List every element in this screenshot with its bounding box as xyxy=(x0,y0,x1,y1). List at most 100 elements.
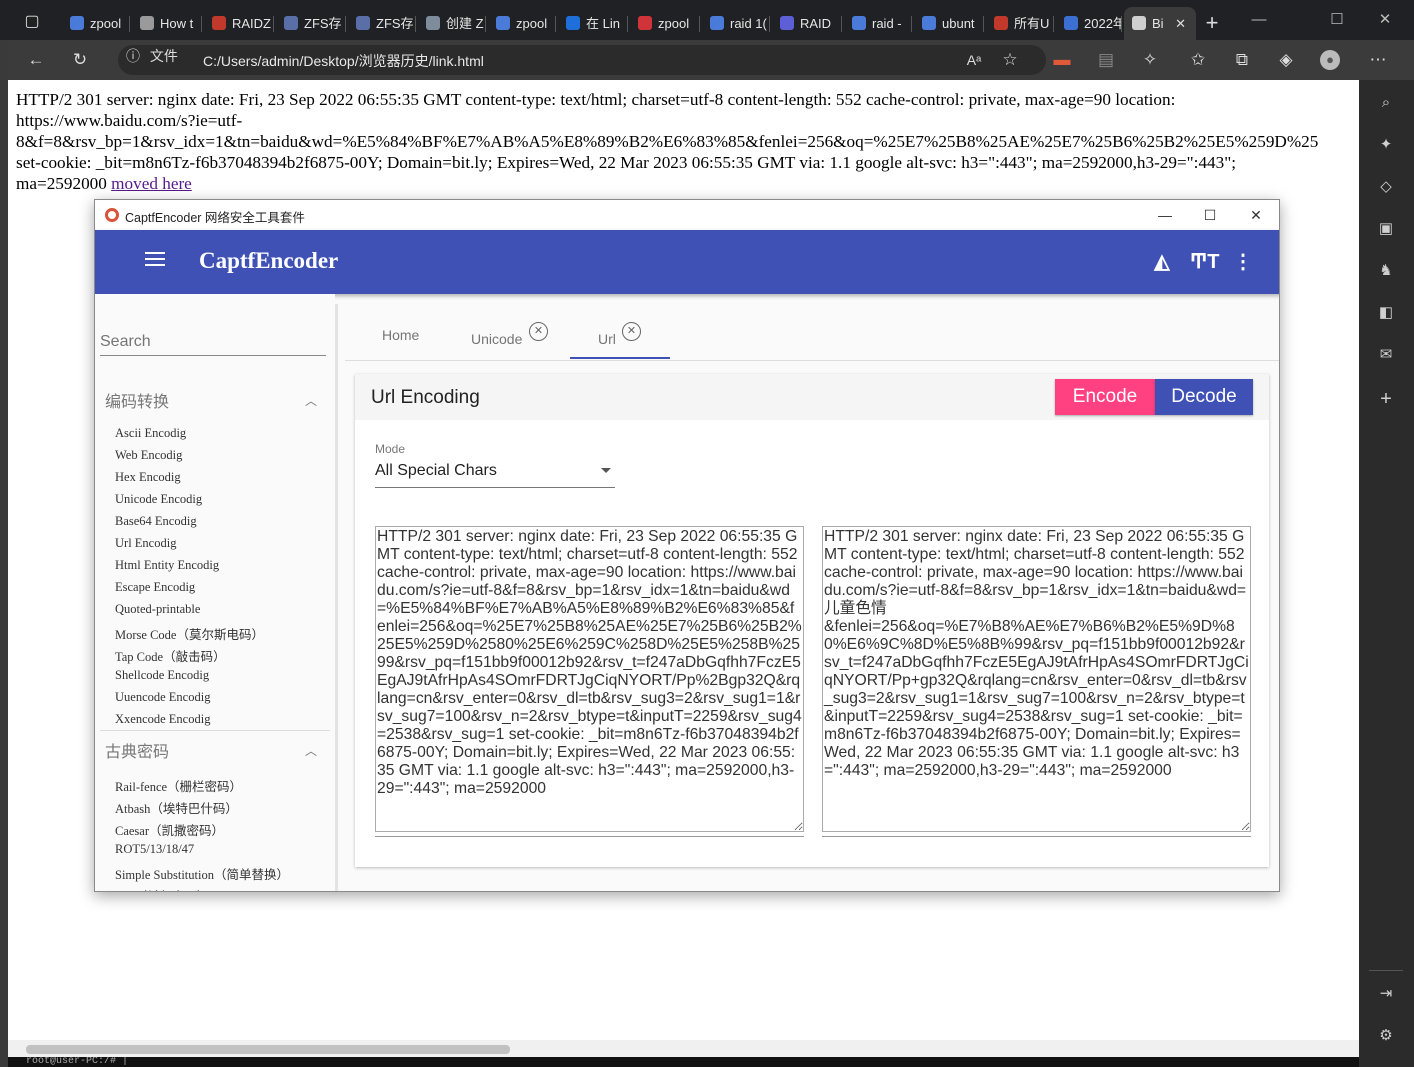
browser-tab[interactable]: RAID xyxy=(772,7,842,41)
more-icon[interactable]: ⋯ xyxy=(1368,50,1388,70)
nav-item[interactable]: Hill（希尔密码） xyxy=(115,886,209,891)
read-aloud-icon[interactable]: Aᵃ xyxy=(964,50,984,70)
browser-tab[interactable]: zpool xyxy=(488,7,556,41)
nav-item[interactable]: Html Entity Encodig xyxy=(115,558,219,573)
window-title-bar[interactable]: CaptfEncoder 网络安全工具套件 — ☐ ✕ xyxy=(95,200,1279,230)
nav-item[interactable]: Quoted-printable xyxy=(115,602,200,617)
nav-item[interactable]: Caesar（凯撒密码） xyxy=(115,820,224,839)
site-info[interactable]: ⓘ 文件 xyxy=(126,46,178,66)
add-icon[interactable]: + xyxy=(1375,388,1397,410)
close-icon[interactable]: ✕ xyxy=(1243,206,1269,224)
close-tab-url-icon[interactable]: ✕ xyxy=(622,322,641,341)
collapse-icon[interactable]: ⇥ xyxy=(1375,983,1397,1005)
tab-url[interactable]: Url xyxy=(598,331,616,347)
nav-item[interactable]: Rail-fence（栅栏密码） xyxy=(115,776,242,795)
collections-red-icon[interactable]: ▬ xyxy=(1052,50,1072,70)
group-title-classical[interactable]: 古典密码 xyxy=(105,738,169,762)
favorites-icon[interactable]: ✩ xyxy=(1188,50,1208,70)
search-icon[interactable]: ⌕ xyxy=(1375,92,1397,114)
minimize-window-icon[interactable]: — xyxy=(1244,8,1274,32)
mode-select[interactable]: All Special Chars xyxy=(375,460,615,488)
nav-item[interactable]: Unicode Encodig xyxy=(115,492,202,507)
new-tab-button[interactable]: + xyxy=(1198,10,1226,38)
briefcase-icon[interactable]: ▣ xyxy=(1375,218,1397,240)
nav-item[interactable]: Xxencode Encodig xyxy=(115,712,210,727)
nav-item[interactable]: Shellcode Encodig xyxy=(115,668,209,683)
browser-tab[interactable]: 所有U xyxy=(986,7,1054,41)
collections-icon[interactable]: ⧉ xyxy=(1232,50,1252,70)
browser-tab[interactable]: raid 1( xyxy=(702,7,770,41)
close-tab-unicode-icon[interactable]: ✕ xyxy=(529,322,548,341)
tag-icon[interactable]: ◇ xyxy=(1375,176,1397,198)
input-textarea[interactable]: HTTP/2 301 server: nginx date: Fri, 23 S… xyxy=(375,526,804,832)
tab-actions-icon[interactable]: ▤ xyxy=(1096,50,1116,70)
browser-essentials-icon[interactable]: ◈ xyxy=(1276,50,1296,70)
nav-item[interactable]: Simple Substitution（简单替换） xyxy=(115,864,289,883)
browser-tab[interactable]: raid - xyxy=(844,7,912,41)
browser-tab[interactable]: zpool xyxy=(630,7,700,41)
paint-bucket-icon[interactable]: ◭ xyxy=(1149,250,1175,274)
encode-button[interactable]: Encode xyxy=(1055,379,1155,415)
chevron-up-icon[interactable]: ︿ xyxy=(305,392,317,409)
text-size-icon[interactable]: ͲT xyxy=(1190,250,1219,274)
sparkle-icon[interactable]: ✦ xyxy=(1375,134,1397,156)
tab-actions-menu-icon[interactable]: ▢ xyxy=(14,10,50,34)
browser-tab[interactable]: 2022年 xyxy=(1056,7,1122,41)
nav-item[interactable]: Escape Encodig xyxy=(115,580,195,595)
browser-tab[interactable]: RAIDZ xyxy=(204,7,274,41)
games-icon[interactable]: ♞ xyxy=(1375,260,1397,282)
profile-icon[interactable]: ● xyxy=(1320,50,1340,70)
tab-separator xyxy=(273,16,274,32)
chevron-up-icon[interactable]: ︿ xyxy=(305,742,317,759)
close-tab-icon[interactable]: ✕ xyxy=(1175,7,1186,41)
back-icon[interactable]: ← xyxy=(26,50,46,70)
office-icon[interactable]: ◧ xyxy=(1375,302,1397,324)
maximize-icon[interactable]: ☐ xyxy=(1197,206,1223,224)
browser-tab[interactable]: 在 Lin xyxy=(558,7,628,41)
extensions-icon[interactable]: ✧ xyxy=(1140,50,1160,70)
tab-label: 所有U xyxy=(1014,16,1050,31)
tab-favicon-icon xyxy=(710,16,724,30)
nav-item[interactable]: Base64 Encodig xyxy=(115,514,197,529)
browser-tab[interactable]: ubunt xyxy=(914,7,984,41)
nav-item[interactable]: Tap Code（敲击码） xyxy=(115,646,226,665)
tab-divider xyxy=(345,360,1279,361)
menu-icon[interactable] xyxy=(145,252,165,268)
browser-tab[interactable]: How t xyxy=(132,7,202,41)
outlook-icon[interactable]: ✉ xyxy=(1375,344,1397,366)
close-window-icon[interactable]: ✕ xyxy=(1370,8,1400,32)
tab-label: RAID xyxy=(800,16,832,31)
output-textarea[interactable]: HTTP/2 301 server: nginx date: Fri, 23 S… xyxy=(822,526,1251,832)
maximize-window-icon[interactable]: ☐ xyxy=(1322,8,1352,32)
settings-icon[interactable]: ⚙ xyxy=(1375,1025,1397,1047)
browser-tab[interactable]: ZFS存 xyxy=(348,7,416,41)
nav-item[interactable]: Url Encodig xyxy=(115,536,176,551)
nav-item[interactable]: Atbash（埃特巴什码） xyxy=(115,798,238,817)
minimize-icon[interactable]: — xyxy=(1152,206,1178,224)
browser-tab[interactable]: Bi ✕ xyxy=(1124,7,1196,41)
tab-separator xyxy=(983,16,984,32)
decode-button[interactable]: Decode xyxy=(1155,379,1253,415)
browser-tab[interactable]: zpool xyxy=(62,7,130,41)
nav-item[interactable]: Web Encodig xyxy=(115,448,182,463)
tab-unicode[interactable]: Unicode xyxy=(471,331,522,347)
nav-item[interactable]: Uuencode Encodig xyxy=(115,690,210,705)
scrollbar-thumb[interactable] xyxy=(26,1045,510,1054)
nav-item[interactable]: Hex Encodig xyxy=(115,470,181,485)
more-vert-icon[interactable]: ⋮ xyxy=(1230,250,1256,274)
nav-item[interactable]: Morse Code（莫尔斯电码） xyxy=(115,624,264,643)
group-title-encoding[interactable]: 编码转换 xyxy=(105,388,169,412)
moved-here-link[interactable]: moved here xyxy=(111,174,192,193)
nav-item[interactable]: Ascii Encodig xyxy=(115,426,186,441)
add-favorite-icon[interactable]: ☆ xyxy=(1000,50,1020,70)
browser-tab-bar: ▢ zpool How t RAIDZ ZFS存 ZFS存 创建 Z zpool 在 Lin z… xyxy=(0,0,1414,41)
refresh-icon[interactable]: ↻ xyxy=(70,50,90,70)
nav-item[interactable]: ROT5/13/18/47 xyxy=(115,842,194,857)
tab-separator xyxy=(769,16,770,32)
browser-tab[interactable]: 创建 Z xyxy=(418,7,486,41)
search-input[interactable] xyxy=(100,328,326,356)
browser-tab[interactable]: ZFS存 xyxy=(276,7,346,41)
horizontal-scrollbar[interactable] xyxy=(8,1040,1359,1057)
tab-home[interactable]: Home xyxy=(382,327,419,343)
url-text[interactable]: C:/Users/admin/Desktop/浏览器历史/link.html xyxy=(203,51,484,71)
